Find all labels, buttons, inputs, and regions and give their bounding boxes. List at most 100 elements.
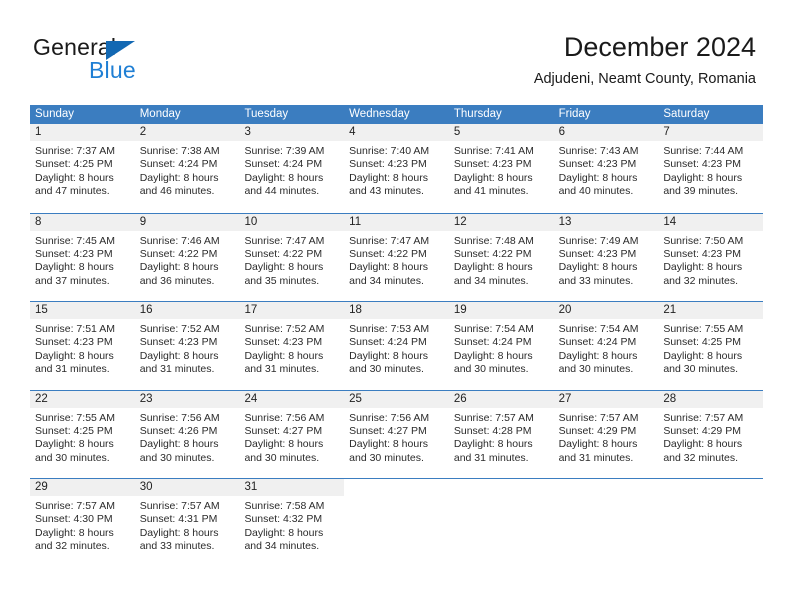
day-number: 28: [658, 390, 764, 408]
day-daylight-1-text: Daylight: 8 hours: [558, 438, 638, 451]
day-sunset-text: Sunset: 4:26 PM: [139, 424, 218, 437]
day-daylight-1-text: Daylight: 8 hours: [558, 349, 638, 362]
day-sun-info: Sunrise: 7:52 AM Sunset: 4:23 PM Daylight:…: [135, 319, 240, 377]
day-sun-info: Sunrise: 7:44 AM Sunset: 4:23 PM Daylight:…: [658, 141, 763, 199]
day-number: 10: [239, 213, 345, 231]
day-sunset-text: Sunset: 4:31 PM: [139, 513, 218, 526]
day-sun-info: Sunrise: 7:46 AM Sunset: 4:22 PM Daylight:…: [135, 231, 240, 289]
day-sunrise-text: Sunrise: 7:47 AM: [349, 234, 430, 247]
day-cell[interactable]: 17 Sunrise: 7:52 AM Sunset: 4:23 PM Dayligh…: [239, 302, 345, 390]
day-cell[interactable]: 1 Sunrise: 7:37 AM Sunset: 4:25 PM Daylight…: [30, 124, 135, 213]
day-cell[interactable]: 20 Sunrise: 7:54 AM Sunset: 4:24 PM Dayligh…: [553, 302, 659, 390]
day-sunset-text: Sunset: 4:22 PM: [244, 247, 323, 260]
weekday-header-friday: Friday: [558, 108, 591, 120]
day-daylight-1-text: Daylight: 8 hours: [349, 171, 428, 184]
day-sunrise-text: Sunrise: 7:49 AM: [558, 234, 639, 247]
day-cell[interactable]: 31 Sunrise: 7:58 AM Sunset: 4:32 PM Dayligh…: [239, 479, 345, 567]
day-sunset-text: Sunset: 4:23 PM: [35, 336, 113, 349]
day-number: 21: [658, 302, 764, 319]
day-daylight-1-text: Daylight: 8 hours: [139, 526, 219, 539]
day-daylight-1-text: Daylight: 8 hours: [663, 438, 743, 451]
day-sunset-text: Sunset: 4:29 PM: [558, 424, 637, 437]
day-number: 1: [30, 124, 135, 141]
day-number: 23: [134, 390, 240, 408]
day-sun-info: Sunrise: 7:57 AM Sunset: 4:28 PM Daylight:…: [449, 408, 554, 466]
day-daylight-2-text: and 31 minutes.: [453, 451, 529, 464]
day-sunrise-text: Sunrise: 7:55 AM: [663, 323, 744, 335]
day-sunset-text: Sunset: 4:23 PM: [139, 336, 218, 349]
day-sunrise-text: Sunrise: 7:54 AM: [453, 323, 534, 335]
day-cell[interactable]: 5 Sunrise: 7:41 AM Sunset: 4:23 PM Daylight…: [448, 124, 554, 213]
calendar-week-row: 22 Sunrise: 7:55 AM Sunset: 4:25 PM Dayligh…: [30, 389, 764, 478]
day-cell[interactable]: 7 Sunrise: 7:44 AM Sunset: 4:23 PM Daylight…: [658, 124, 764, 213]
day-daylight-1-text: Daylight: 8 hours: [244, 171, 324, 184]
day-daylight-2-text: and 32 minutes.: [663, 451, 739, 464]
day-cell[interactable]: 16 Sunrise: 7:52 AM Sunset: 4:23 PM Dayligh…: [134, 302, 240, 390]
day-cell[interactable]: 2 Sunrise: 7:38 AM Sunset: 4:24 PM Daylight…: [134, 124, 240, 213]
day-number: 27: [553, 390, 659, 408]
day-sunrise-text: Sunrise: 7:56 AM: [349, 411, 430, 424]
day-cell[interactable]: 9 Sunrise: 7:46 AM Sunset: 4:22 PM Daylight…: [134, 213, 240, 301]
day-sunset-text: Sunset: 4:23 PM: [453, 158, 532, 171]
calendar-grid: Sunday Monday Tuesday Wednesday Thursday Frid…: [30, 105, 764, 567]
day-daylight-1-text: Daylight: 8 hours: [558, 171, 638, 184]
day-sunset-text: Sunset: 4:25 PM: [663, 336, 741, 349]
day-sun-info: Sunrise: 7:38 AM Sunset: 4:24 PM Daylight:…: [135, 141, 240, 199]
day-daylight-1-text: Daylight: 8 hours: [244, 526, 324, 539]
day-daylight-2-text: and 31 minutes.: [558, 451, 634, 464]
day-sun-info: Sunrise: 7:57 AM Sunset: 4:31 PM Daylight:…: [135, 496, 240, 554]
day-cell[interactable]: 29 Sunrise: 7:57 AM Sunset: 4:30 PM Dayligh…: [30, 479, 135, 567]
day-cell[interactable]: 15 Sunrise: 7:51 AM Sunset: 4:23 PM Dayligh…: [30, 302, 135, 390]
day-daylight-1-text: Daylight: 8 hours: [453, 438, 533, 451]
day-cell[interactable]: 10 Sunrise: 7:47 AM Sunset: 4:22 PM Dayligh…: [239, 213, 345, 301]
day-cell[interactable]: 11 Sunrise: 7:47 AM Sunset: 4:22 PM Dayligh…: [344, 213, 449, 301]
day-sun-info: Sunrise: 7:56 AM Sunset: 4:27 PM Daylight:…: [239, 408, 344, 466]
day-cell[interactable]: 3 Sunrise: 7:39 AM Sunset: 4:24 PM Daylight…: [239, 124, 345, 213]
day-cell[interactable]: 18 Sunrise: 7:53 AM Sunset: 4:24 PM Dayligh…: [344, 302, 449, 390]
day-sunset-text: Sunset: 4:23 PM: [663, 158, 741, 171]
day-cell[interactable]: 26 Sunrise: 7:57 AM Sunset: 4:28 PM Dayligh…: [448, 390, 554, 478]
day-cell[interactable]: 30 Sunrise: 7:57 AM Sunset: 4:31 PM Dayligh…: [134, 479, 240, 567]
day-cell[interactable]: 22 Sunrise: 7:55 AM Sunset: 4:25 PM Dayligh…: [30, 390, 135, 478]
day-cell[interactable]: 14 Sunrise: 7:50 AM Sunset: 4:23 PM Dayligh…: [658, 213, 764, 301]
weekday-header-thursday: Thursday: [453, 108, 502, 120]
day-number: 9: [134, 213, 240, 231]
day-cell[interactable]: 25 Sunrise: 7:56 AM Sunset: 4:27 PM Dayligh…: [344, 390, 449, 478]
day-daylight-2-text: and 30 minutes.: [349, 451, 424, 464]
calendar-page: General Blue December 2024 Adjudeni, Nea…: [0, 0, 792, 612]
day-sunrise-text: Sunrise: 7:52 AM: [139, 323, 220, 335]
day-cell[interactable]: 13 Sunrise: 7:49 AM Sunset: 4:23 PM Dayligh…: [553, 213, 659, 301]
day-daylight-2-text: and 33 minutes.: [558, 274, 634, 287]
day-number: 31: [239, 479, 345, 496]
day-sunrise-text: Sunrise: 7:38 AM: [139, 145, 220, 157]
day-cell[interactable]: 23 Sunrise: 7:56 AM Sunset: 4:26 PM Dayligh…: [134, 390, 240, 478]
day-sun-info: Sunrise: 7:54 AM Sunset: 4:24 PM Daylight:…: [554, 319, 659, 377]
day-daylight-2-text: and 37 minutes.: [35, 274, 110, 287]
day-cell[interactable]: 4 Sunrise: 7:40 AM Sunset: 4:23 PM Daylight…: [344, 124, 449, 213]
day-daylight-1-text: Daylight: 8 hours: [35, 526, 114, 539]
day-cell-empty: [553, 479, 659, 567]
day-sun-info: Sunrise: 7:50 AM Sunset: 4:23 PM Daylight:…: [658, 231, 763, 289]
day-cell[interactable]: 19 Sunrise: 7:54 AM Sunset: 4:24 PM Dayligh…: [448, 302, 554, 390]
day-daylight-2-text: and 31 minutes.: [35, 363, 110, 376]
day-daylight-2-text: and 30 minutes.: [244, 451, 320, 464]
day-cell[interactable]: 27 Sunrise: 7:57 AM Sunset: 4:29 PM Dayligh…: [553, 390, 659, 478]
day-sun-info: Sunrise: 7:53 AM Sunset: 4:24 PM Daylight:…: [344, 319, 449, 377]
day-daylight-2-text: and 32 minutes.: [35, 540, 110, 553]
day-cell[interactable]: 21 Sunrise: 7:55 AM Sunset: 4:25 PM Dayligh…: [658, 302, 764, 390]
day-sun-info: Sunrise: 7:49 AM Sunset: 4:23 PM Daylight:…: [554, 231, 659, 289]
day-daylight-2-text: and 30 minutes.: [35, 451, 110, 464]
day-daylight-2-text: and 36 minutes.: [139, 274, 215, 287]
day-daylight-1-text: Daylight: 8 hours: [663, 261, 743, 274]
day-cell[interactable]: 24 Sunrise: 7:56 AM Sunset: 4:27 PM Dayligh…: [239, 390, 345, 478]
day-sun-info: Sunrise: 7:39 AM Sunset: 4:24 PM Daylight:…: [239, 141, 344, 199]
day-cell[interactable]: 28 Sunrise: 7:57 AM Sunset: 4:29 PM Dayligh…: [658, 390, 764, 478]
day-cell[interactable]: 8 Sunrise: 7:45 AM Sunset: 4:23 PM Daylight…: [30, 213, 135, 301]
day-daylight-1-text: Daylight: 8 hours: [349, 261, 428, 274]
weekday-header-monday: Monday: [139, 108, 181, 120]
day-number: 2: [134, 124, 240, 141]
day-cell[interactable]: 6 Sunrise: 7:43 AM Sunset: 4:23 PM Daylight…: [553, 124, 659, 213]
day-sunset-text: Sunset: 4:24 PM: [558, 336, 637, 349]
day-cell[interactable]: 12 Sunrise: 7:48 AM Sunset: 4:22 PM Dayligh…: [448, 213, 554, 301]
day-sun-info: Sunrise: 7:48 AM Sunset: 4:22 PM Daylight:…: [449, 231, 554, 289]
